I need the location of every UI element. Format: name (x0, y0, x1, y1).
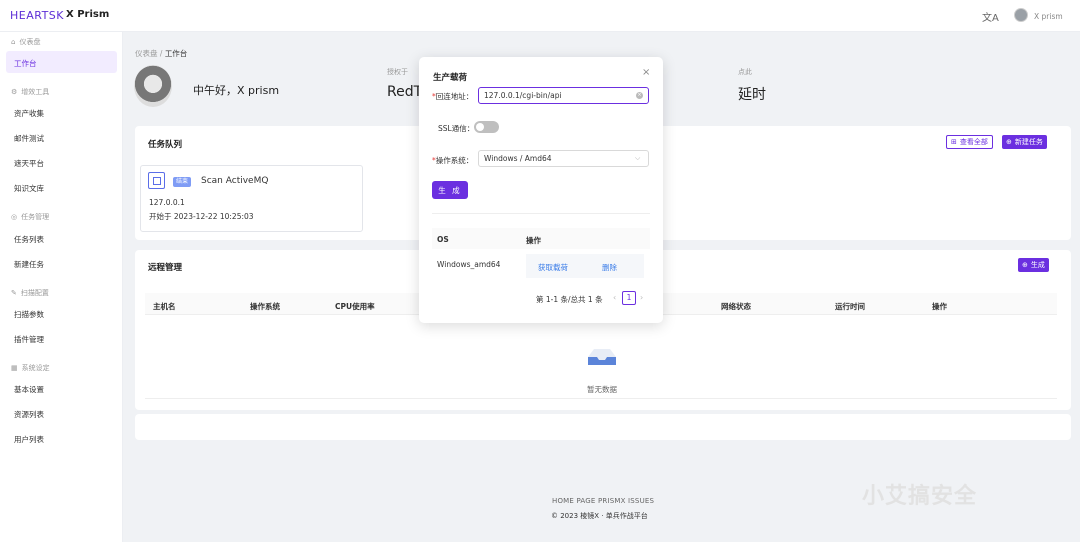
modal-generate-button[interactable]: 生 成 (432, 181, 468, 199)
edit-icon: ✎ (11, 289, 17, 297)
stat-label-license: 授权于 (387, 68, 408, 76)
stat-value-latency: 延时 (738, 87, 766, 103)
chevron-left-icon[interactable]: ‹ (613, 293, 616, 302)
task-queue-title: 任务队列 (148, 140, 183, 150)
pagination-summary: 第 1-1 条/总共 1 条 (536, 295, 603, 304)
ssl-label: SSL通信： (438, 124, 475, 133)
user-avatar[interactable] (1014, 8, 1028, 22)
os-label: *操作系统： (432, 156, 474, 165)
user-name[interactable]: X prism (1034, 12, 1063, 21)
gear-icon: ⚙ (11, 88, 18, 96)
sidebar-item-new-task[interactable]: 新建任务 (14, 259, 44, 270)
footer-copyright: © 2023 棱镜X · 单兵作战平台 (551, 512, 648, 520)
breadcrumb-current: 工作台 (164, 49, 188, 58)
remote-divider (145, 398, 1057, 399)
sidebar-group-system: ▦ 系统设定 (11, 364, 50, 372)
sidebar-item-basic-settings[interactable]: 基本设置 (14, 384, 44, 395)
modal-divider (432, 213, 650, 214)
home-icon: ⌂ (11, 38, 16, 46)
close-icon[interactable]: × (642, 67, 650, 78)
modal-row-os: Windows_amd64 (437, 260, 501, 269)
sidebar-group-scan-config: ✎ 扫描配置 (11, 289, 49, 297)
task-start-time: 开始于 2023-12-22 10:25:03 (149, 212, 254, 221)
callback-address-input[interactable]: 127.0.0.1/cgi-bin/api (478, 87, 649, 104)
column-os: 操作系统 (250, 302, 280, 311)
sidebar-item-zhetian[interactable]: 遮天平台 (14, 158, 44, 169)
sidebar-item-knowledge[interactable]: 知识文库 (14, 183, 44, 194)
column-network: 网络状态 (721, 302, 751, 311)
get-payload-link[interactable]: 获取载荷 (538, 262, 568, 273)
os-select[interactable]: Windows / Amd64 (478, 150, 649, 167)
translate-icon[interactable]: 文A (982, 9, 999, 24)
page-button-current[interactable]: 1 (622, 291, 636, 305)
target-icon: ◎ (11, 213, 18, 221)
sidebar-group-dashboard: ⌂ 仪表盘 (11, 38, 41, 46)
app-title: X Prism (66, 9, 110, 20)
footer-links[interactable]: HOME PAGE PRISMX ISSUES (552, 497, 654, 505)
plus-circle-icon: ⊕ (1006, 138, 1012, 146)
column-hostname: 主机名 (153, 302, 176, 311)
sidebar-item-workbench[interactable]: 工作台 (14, 58, 37, 69)
brand-logo[interactable]: HEARTSK (10, 9, 64, 22)
watermark: 小艾搞安全 (862, 484, 978, 509)
empty-text: 暂无数据 (587, 385, 617, 394)
empty-box-icon (588, 349, 616, 365)
bottom-card (135, 414, 1071, 440)
greeting: 中午好，X prism (193, 84, 280, 97)
column-cpu: CPU使用率 (335, 302, 375, 311)
modal-table-header (432, 228, 650, 249)
modal-title: 生产载荷 (433, 73, 468, 83)
view-all-button[interactable]: ⊞ 查看全部 (946, 135, 993, 149)
breadcrumb: 仪表盘 / 工作台 (135, 49, 188, 58)
task-host: 127.0.0.1 (149, 198, 185, 207)
ssl-toggle[interactable] (474, 121, 499, 133)
generate-button[interactable]: ⊕ 生成 (1018, 258, 1049, 272)
sidebar-group-tasks: ◎ 任务管理 (11, 213, 50, 221)
column-actions: 操作 (932, 302, 947, 311)
grid-icon: ▦ (11, 364, 18, 372)
modal-column-actions: 操作 (526, 236, 541, 245)
sidebar-item-task-list[interactable]: 任务列表 (14, 234, 44, 245)
task-name: Scan ActiveMQ (201, 176, 269, 186)
sidebar-item-scan-params[interactable]: 扫描参数 (14, 309, 44, 320)
new-task-button[interactable]: ⊕ 新建任务 (1002, 135, 1047, 149)
sidebar-item-resources[interactable]: 资源列表 (14, 409, 44, 420)
delete-link[interactable]: 删除 (602, 262, 617, 273)
plus-circle-icon: ⊕ (1022, 261, 1028, 269)
chevron-down-icon: ⌵ (635, 154, 641, 162)
callback-label: *回连地址： (432, 92, 474, 101)
chevron-right-icon[interactable]: › (640, 293, 643, 302)
modal-column-os: OS (437, 235, 449, 244)
sidebar-item-asset-collect[interactable]: 资产收集 (14, 108, 44, 119)
clear-icon[interactable]: × (636, 92, 643, 99)
column-uptime: 运行时间 (835, 302, 865, 311)
remote-title: 远程管理 (148, 263, 183, 273)
breadcrumb-root[interactable]: 仪表盘 (135, 49, 158, 58)
avatar (134, 65, 172, 107)
sidebar-item-mail-test[interactable]: 邮件测试 (14, 133, 44, 144)
sidebar-item-users[interactable]: 用户列表 (14, 434, 44, 445)
sidebar-item-plugins[interactable]: 插件管理 (14, 334, 44, 345)
grid-icon: ⊞ (951, 138, 957, 146)
top-header: HEARTSK X Prism 文A X prism (0, 0, 1080, 32)
chip-icon (148, 172, 165, 189)
status-badge: 结束 (173, 177, 192, 187)
sidebar-group-tools: ⚙ 增效工具 (11, 88, 50, 96)
stat-label-latency: 点此 (738, 68, 752, 76)
